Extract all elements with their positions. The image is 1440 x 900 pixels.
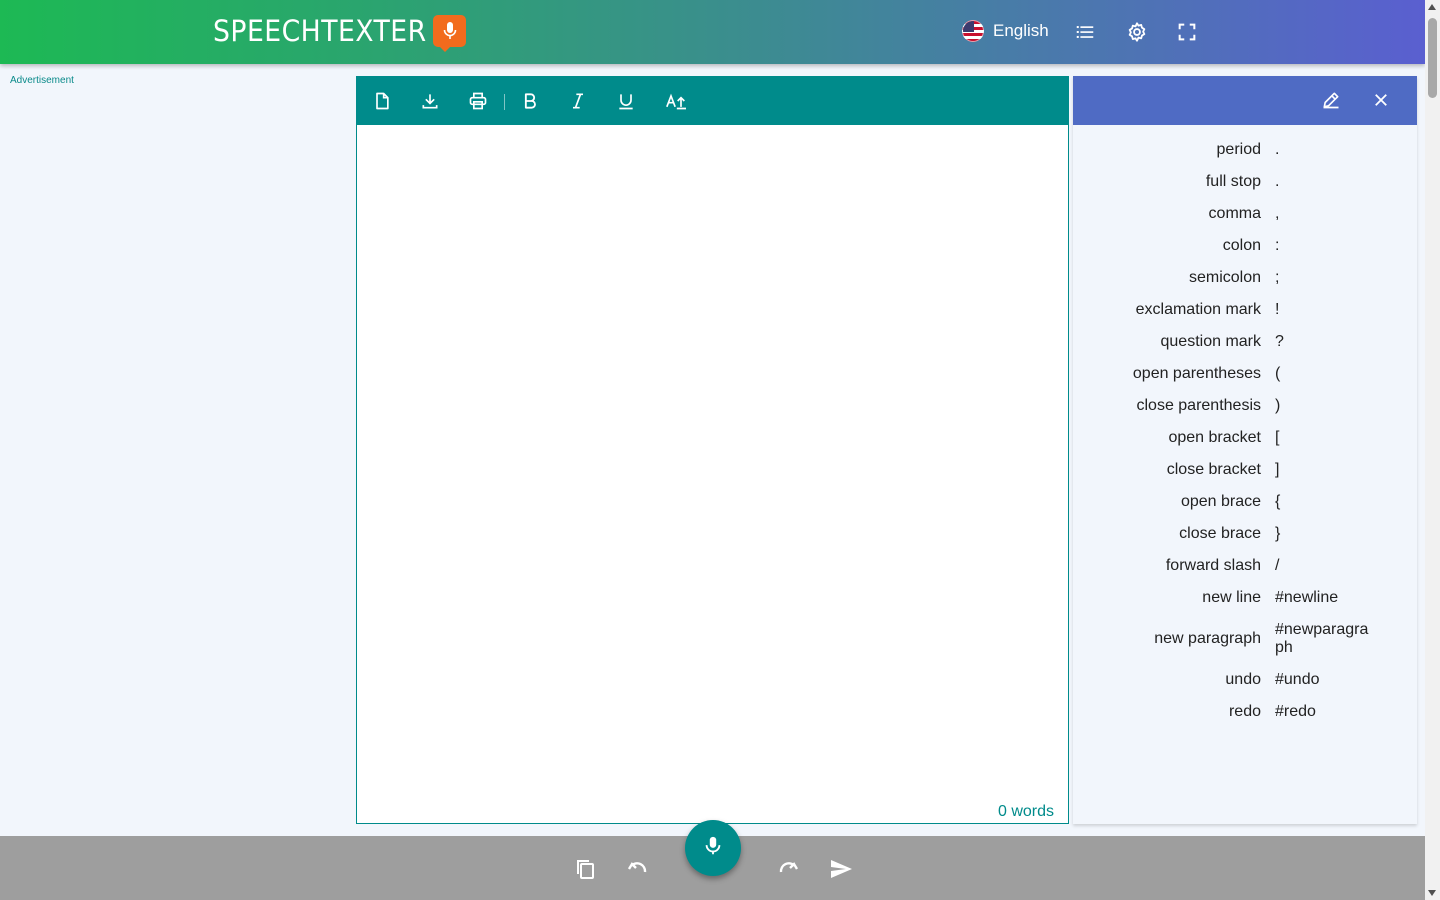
- command-name: close bracket: [1166, 461, 1261, 478]
- command-name: open brace: [1180, 493, 1261, 510]
- word-count: 0 words: [997, 803, 1054, 820]
- command-row: exclamation mark!: [1073, 294, 1417, 326]
- logo[interactable]: SPEECHTEXTER: [213, 14, 467, 52]
- command-value: ): [1275, 397, 1281, 414]
- command-value: :: [1275, 237, 1280, 254]
- language-label: English: [993, 21, 1049, 40]
- command-row: open bracket [: [1073, 422, 1417, 454]
- undo-icon[interactable]: [624, 856, 650, 882]
- command-row: close brace}: [1073, 518, 1417, 550]
- command-row: undo #undo: [1073, 664, 1417, 696]
- command-value: #newline: [1275, 589, 1339, 606]
- command-row: question mark?: [1073, 326, 1417, 358]
- command-value: !: [1275, 301, 1280, 318]
- command-name: close parenthesis: [1136, 397, 1261, 414]
- command-name: open bracket: [1168, 429, 1261, 446]
- command-value: ?: [1275, 333, 1284, 350]
- copy-icon[interactable]: [572, 856, 598, 882]
- edit-icon[interactable]: [1319, 88, 1343, 112]
- language-selector[interactable]: English: [962, 20, 1049, 42]
- command-row: semicolon;: [1073, 262, 1417, 294]
- command-name: new paragraph: [1154, 630, 1261, 647]
- print-icon[interactable]: [466, 89, 490, 113]
- microphone-button[interactable]: [685, 820, 741, 876]
- text-editor-area[interactable]: 0 words: [357, 125, 1068, 823]
- command-row: colon:: [1073, 230, 1417, 262]
- command-name: question mark: [1160, 333, 1262, 350]
- fullscreen-icon[interactable]: [1175, 20, 1199, 44]
- page-scrollbar[interactable]: [1425, 0, 1440, 900]
- command-name: colon: [1222, 237, 1261, 254]
- advertisement-label: Advertisement: [10, 75, 74, 86]
- command-name: period: [1216, 141, 1261, 158]
- bold-icon[interactable]: [518, 89, 542, 113]
- top-bar: SPEECHTEXTER English: [0, 0, 1425, 64]
- command-value: ;: [1275, 269, 1280, 286]
- scroll-up-arrow-icon[interactable]: [1428, 4, 1436, 10]
- download-icon[interactable]: [418, 89, 442, 113]
- command-row: forward slash /: [1073, 550, 1417, 582]
- command-value: {: [1275, 493, 1281, 510]
- gear-icon[interactable]: [1125, 20, 1149, 44]
- scroll-down-arrow-icon[interactable]: [1428, 890, 1436, 896]
- command-value: #redo: [1275, 703, 1316, 720]
- command-name: open parentheses: [1132, 365, 1261, 382]
- command-name: close brace: [1179, 525, 1261, 542]
- editor-toolbar: [357, 77, 1068, 125]
- command-value: .: [1275, 141, 1280, 158]
- font-size-icon[interactable]: [664, 89, 688, 113]
- editor: 0 words: [356, 76, 1069, 824]
- scrollbar-thumb[interactable]: [1428, 18, 1437, 98]
- command-value: /: [1275, 557, 1280, 574]
- microphone-icon: [703, 835, 723, 862]
- command-value: ]: [1275, 461, 1280, 478]
- command-name: comma: [1208, 205, 1261, 222]
- logo-text: SPEECHTEXTER: [213, 14, 427, 48]
- command-row: close parenthesis): [1073, 390, 1417, 422]
- command-name: full stop: [1205, 173, 1261, 190]
- redo-icon[interactable]: [776, 856, 802, 882]
- command-value: .: [1275, 173, 1280, 190]
- logo-mic-icon: [433, 15, 467, 52]
- list-icon[interactable]: [1073, 20, 1097, 44]
- close-icon[interactable]: [1369, 88, 1393, 112]
- italic-icon[interactable]: [566, 89, 590, 113]
- command-name: semicolon: [1188, 269, 1261, 286]
- command-value: #undo: [1275, 671, 1320, 688]
- command-row: new line #newline: [1073, 582, 1417, 614]
- toolbar-separator: [504, 94, 505, 110]
- command-row: close bracket]: [1073, 454, 1417, 486]
- command-value: [: [1275, 429, 1280, 446]
- command-name: exclamation mark: [1135, 301, 1261, 318]
- command-row: redo #redo: [1073, 696, 1417, 728]
- commands-panel: period. full stop. comma, colon: semicolon; e…: [1073, 76, 1417, 824]
- command-row: open parentheses (: [1073, 358, 1417, 390]
- commands-panel-header: [1073, 76, 1417, 125]
- command-value: ,: [1275, 205, 1280, 222]
- command-row: comma,: [1073, 198, 1417, 230]
- command-value: #newparagraph: [1275, 621, 1369, 656]
- command-name: undo: [1225, 671, 1261, 688]
- us-flag-icon: [962, 20, 984, 42]
- command-row: open brace {: [1073, 486, 1417, 518]
- commands-list: period. full stop. comma, colon: semicolon; e…: [1073, 134, 1417, 728]
- command-row: full stop.: [1073, 166, 1417, 198]
- new-document-icon[interactable]: [370, 89, 394, 113]
- command-value: }: [1275, 525, 1281, 542]
- command-row: period.: [1073, 134, 1417, 166]
- command-value: (: [1275, 365, 1281, 382]
- underline-icon[interactable]: [614, 89, 638, 113]
- command-name: new line: [1202, 589, 1261, 606]
- send-icon[interactable]: [828, 856, 854, 882]
- command-name: forward slash: [1165, 557, 1261, 574]
- command-row: new paragraph #newparagraph: [1073, 614, 1417, 664]
- command-name: redo: [1228, 703, 1261, 720]
